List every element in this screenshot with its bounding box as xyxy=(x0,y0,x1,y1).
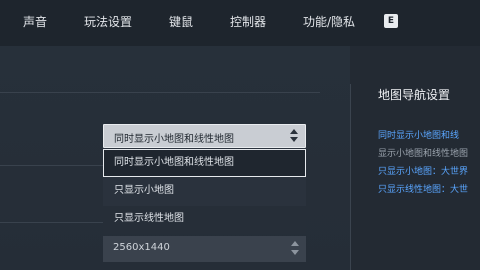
help-line: 同时显示小地图和线 xyxy=(378,131,460,141)
row-divider xyxy=(0,165,110,166)
tab-features-privacy[interactable]: 功能/隐私 xyxy=(303,12,355,32)
help-line: 显示小地图和线性地图 xyxy=(378,149,469,159)
top-tab-bar: 声音 玩法设置 键鼠 控制器 功能/隐私 E xyxy=(0,0,480,46)
tab-gameplay-settings[interactable]: 玩法设置 xyxy=(84,12,132,32)
row-divider xyxy=(0,92,320,93)
minimap-mode-select[interactable]: 同时显示小地图和线性地图 xyxy=(103,124,306,148)
tab-keyboard-mouse[interactable]: 键鼠 xyxy=(169,12,193,32)
dropdown-option-linear-only[interactable]: 只显示线性地图 xyxy=(103,206,306,234)
help-panel-title: 地图导航设置 xyxy=(378,88,451,102)
up-down-arrows-icon xyxy=(290,239,300,255)
row-divider xyxy=(0,222,110,223)
up-down-arrows-icon xyxy=(289,128,299,144)
help-line: 只显示线性地图：大世 xyxy=(378,185,469,195)
hotkey-e-badge[interactable]: E xyxy=(384,14,398,28)
tab-controller[interactable]: 控制器 xyxy=(230,12,266,32)
dropdown-option-minimap-only[interactable]: 只显示小地图 xyxy=(103,178,306,206)
tab-sound[interactable]: 声音 xyxy=(23,12,47,32)
resolution-value: 2560x1440 xyxy=(113,242,170,253)
minimap-mode-dropdown: 同时显示小地图和线性地图 只显示小地图 只显示线性地图 xyxy=(103,148,306,234)
help-line: 只显示小地图：大世界 xyxy=(378,167,469,177)
dropdown-option-both[interactable]: 同时显示小地图和线性地图 xyxy=(103,149,306,177)
resolution-select[interactable]: 2560x1440 xyxy=(103,236,306,262)
minimap-mode-value: 同时显示小地图和线性地图 xyxy=(114,134,234,145)
